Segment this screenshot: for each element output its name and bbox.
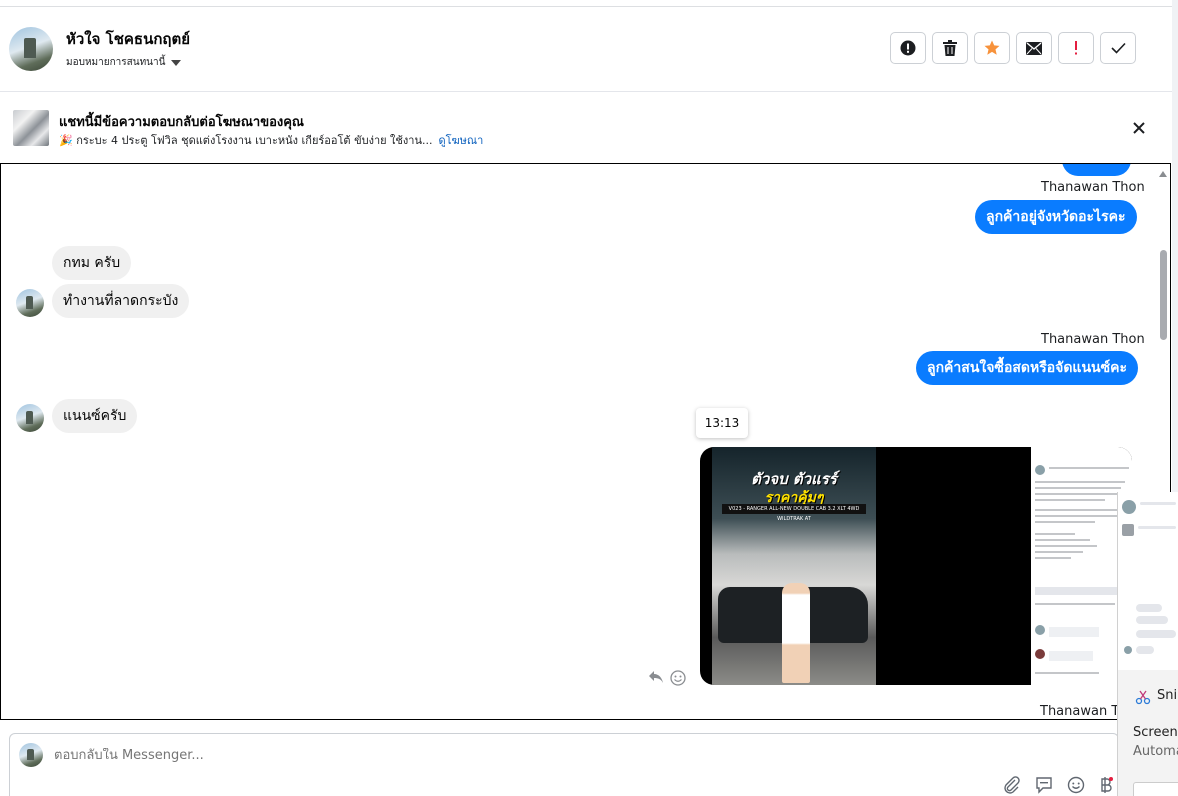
preview-line	[1140, 502, 1176, 505]
ad-description: 🎉 กระบะ 4 ประตู โฟวิล ชุดแต่งโรงงาน เบาะ…	[59, 134, 433, 147]
ad-thumbnail[interactable]	[13, 110, 49, 146]
preview-bubble	[1136, 646, 1154, 654]
preview-bubble	[1136, 604, 1162, 612]
post-text-line	[1035, 481, 1125, 483]
scroll-up-arrow-icon[interactable]	[1159, 171, 1167, 177]
post-text-line	[1035, 603, 1115, 605]
snip-notification-title: Screens	[1133, 725, 1178, 740]
page-avatar	[19, 743, 43, 767]
post-text-line	[1035, 515, 1119, 517]
close-icon	[1133, 122, 1145, 134]
post-text-line	[1049, 467, 1129, 469]
message-bubble-incoming[interactable]: ทำงานที่ลาดกระบัง	[52, 284, 190, 318]
ad-reply-banner: แชทนี้มีข้อความตอบกลับต่อโฆษณาของคุณ 🎉 ก…	[0, 92, 1172, 163]
snip-app-name: Snip	[1157, 688, 1178, 703]
saved-replies-icon[interactable]	[1035, 776, 1053, 794]
sender-name: Thanawan Thon	[1041, 332, 1145, 347]
contact-avatar[interactable]	[9, 27, 53, 71]
conversation-actions	[890, 32, 1136, 64]
comment-avatar	[1035, 649, 1045, 659]
post-text-line	[1035, 533, 1075, 535]
post-text-line	[1035, 521, 1095, 523]
post-button	[1035, 587, 1127, 595]
message-hover-actions	[648, 670, 686, 686]
post-text-line	[1035, 493, 1127, 495]
contact-name[interactable]: หัวใจ โชคธนกฤตย์	[66, 27, 190, 51]
comment-bubble	[1049, 651, 1093, 661]
spam-button[interactable]	[890, 32, 926, 64]
snip-notification-panel[interactable]: Snip Screens Automa	[1117, 492, 1178, 796]
checkmark-icon	[1110, 42, 1126, 54]
assign-label: มอบหมายการสนทนานี้	[66, 57, 166, 68]
message-thread[interactable]: สวัสดีค่ะ Thanawan Thon ลูกค้าอยู่จังหวั…	[0, 163, 1171, 720]
assign-conversation-dropdown[interactable]: มอบหมายการสนทนานี้	[66, 55, 182, 70]
message-bubble-incoming[interactable]: แนนซ์ครับ	[52, 399, 138, 433]
baht-payment-icon[interactable]	[1099, 776, 1113, 794]
preview-avatar	[1124, 646, 1132, 654]
message-bubble-incoming[interactable]: กทม ครับ	[52, 246, 132, 280]
reply-icon[interactable]	[648, 670, 664, 684]
ad-banner-title: แชทนี้มีข้อความตอบกลับต่อโฆษณาของคุณ	[59, 115, 304, 130]
sender-name: Thanawan Thon	[1041, 180, 1145, 195]
exclamation-icon	[1075, 41, 1077, 55]
post-text-line	[1035, 499, 1105, 501]
follow-up-button[interactable]	[1058, 32, 1094, 64]
preview-line	[1138, 526, 1176, 529]
post-text-line	[1035, 557, 1071, 559]
video-thumbnail: ตัวจบ ตัวแรร์ ราคาคุ้มๆ	[712, 447, 876, 685]
composer-toolbar	[1003, 776, 1113, 794]
trash-icon	[943, 40, 957, 56]
scroll-thumb[interactable]	[1160, 250, 1167, 340]
top-divider	[0, 0, 1172, 7]
comment-bubble	[1049, 627, 1099, 637]
message-bubble-outgoing[interactable]: สวัสดีค่ะ	[1062, 164, 1132, 176]
preview-bubble	[1136, 616, 1168, 624]
mark-unread-button[interactable]	[1016, 32, 1052, 64]
mark-done-button[interactable]	[1100, 32, 1136, 64]
delete-button[interactable]	[932, 32, 968, 64]
post-text-line	[1035, 672, 1099, 674]
caret-down-icon	[171, 59, 182, 66]
preview-bubble	[1136, 630, 1176, 638]
conversation-header: หัวใจ โชคธนกฤตย์ มอบหมายการสนทนานี้	[0, 7, 1172, 92]
reply-input[interactable]	[54, 748, 554, 763]
emoji-react-icon[interactable]	[670, 670, 686, 686]
message-bubble-outgoing[interactable]: ลูกค้าอยู่จังหวัดอะไรคะ	[975, 200, 1137, 234]
post-avatar	[1035, 465, 1045, 475]
video-caption-band: V023 - RANGER ALL-NEW DOUBLE CAB 3.2 XLT…	[722, 504, 866, 522]
emoji-icon[interactable]	[1067, 776, 1085, 794]
preview-thumb	[1122, 524, 1134, 536]
ad-banner-subtitle: 🎉 กระบะ 4 ประตู โฟวิล ชุดแต่งโรงงาน เบาะ…	[59, 131, 483, 149]
view-ad-link[interactable]: ดูโฆษณา	[438, 134, 483, 147]
timestamp-tooltip: 13:13	[696, 408, 748, 438]
snip-notification-subtitle: Automa	[1133, 744, 1178, 759]
post-text-line	[1035, 551, 1083, 553]
star-button[interactable]	[974, 32, 1010, 64]
snip-action-box[interactable]	[1133, 782, 1178, 796]
contact-avatar-small[interactable]	[16, 404, 44, 432]
close-banner-button[interactable]	[1131, 120, 1147, 136]
reply-composer	[9, 733, 1119, 796]
snip-tool-icon	[1135, 690, 1151, 705]
screenshot-preview[interactable]	[1118, 492, 1178, 670]
envelope-icon	[1026, 41, 1042, 55]
message-bubble-outgoing[interactable]: ลูกค้าสนใจซื้อสดหรือจัดแนนซ์คะ	[916, 351, 1138, 385]
comment-avatar	[1035, 625, 1045, 635]
post-text-line	[1035, 509, 1123, 511]
preview-avatar	[1122, 500, 1136, 514]
exclamation-circle-icon	[900, 40, 916, 56]
post-text-line	[1035, 539, 1090, 541]
post-text-line	[1035, 487, 1121, 489]
person-image	[782, 583, 810, 683]
star-icon	[984, 40, 1000, 55]
paperclip-icon[interactable]	[1003, 776, 1021, 794]
contact-avatar-small[interactable]	[16, 289, 44, 317]
post-text-line	[1035, 545, 1097, 547]
image-attachment[interactable]: ตัวจบ ตัวแรร์ ราคาคุ้มๆ V023 - RANGER AL…	[700, 447, 1132, 685]
